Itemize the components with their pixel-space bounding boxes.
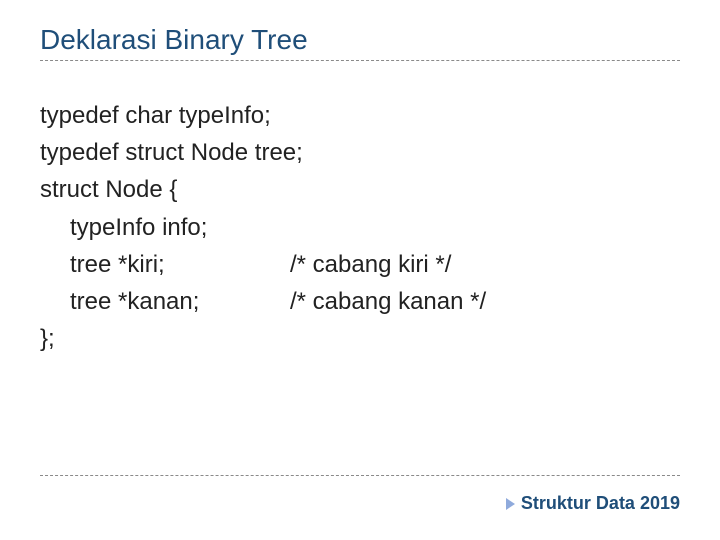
- code-text: tree *kiri;: [70, 246, 290, 283]
- code-text: typedef char typeInfo;: [40, 97, 271, 134]
- code-comment: /* cabang kiri */: [290, 246, 451, 283]
- footer-divider: [40, 475, 680, 476]
- code-line: tree *kiri; /* cabang kiri */: [40, 246, 680, 283]
- code-text: typedef struct Node tree;: [40, 134, 303, 171]
- arrow-right-icon: [506, 498, 515, 510]
- code-line: tree *kanan; /* cabang kanan */: [40, 283, 680, 320]
- code-line: };: [40, 320, 680, 357]
- code-line: struct Node {: [40, 171, 680, 208]
- code-line: typedef char typeInfo;: [40, 97, 680, 134]
- code-line: typedef struct Node tree;: [40, 134, 680, 171]
- code-text: struct Node {: [40, 171, 177, 208]
- code-text: typeInfo info;: [70, 209, 207, 246]
- slide: Deklarasi Binary Tree typedef char typeI…: [0, 0, 720, 540]
- code-line: typeInfo info;: [40, 209, 680, 246]
- footer-text: Struktur Data 2019: [521, 493, 680, 514]
- title-divider: [40, 60, 680, 61]
- code-text: };: [40, 320, 55, 357]
- slide-title: Deklarasi Binary Tree: [40, 24, 680, 56]
- code-comment: /* cabang kanan */: [290, 283, 486, 320]
- code-text: tree *kanan;: [70, 283, 290, 320]
- code-block: typedef char typeInfo; typedef struct No…: [40, 97, 680, 357]
- footer: Struktur Data 2019: [506, 493, 680, 514]
